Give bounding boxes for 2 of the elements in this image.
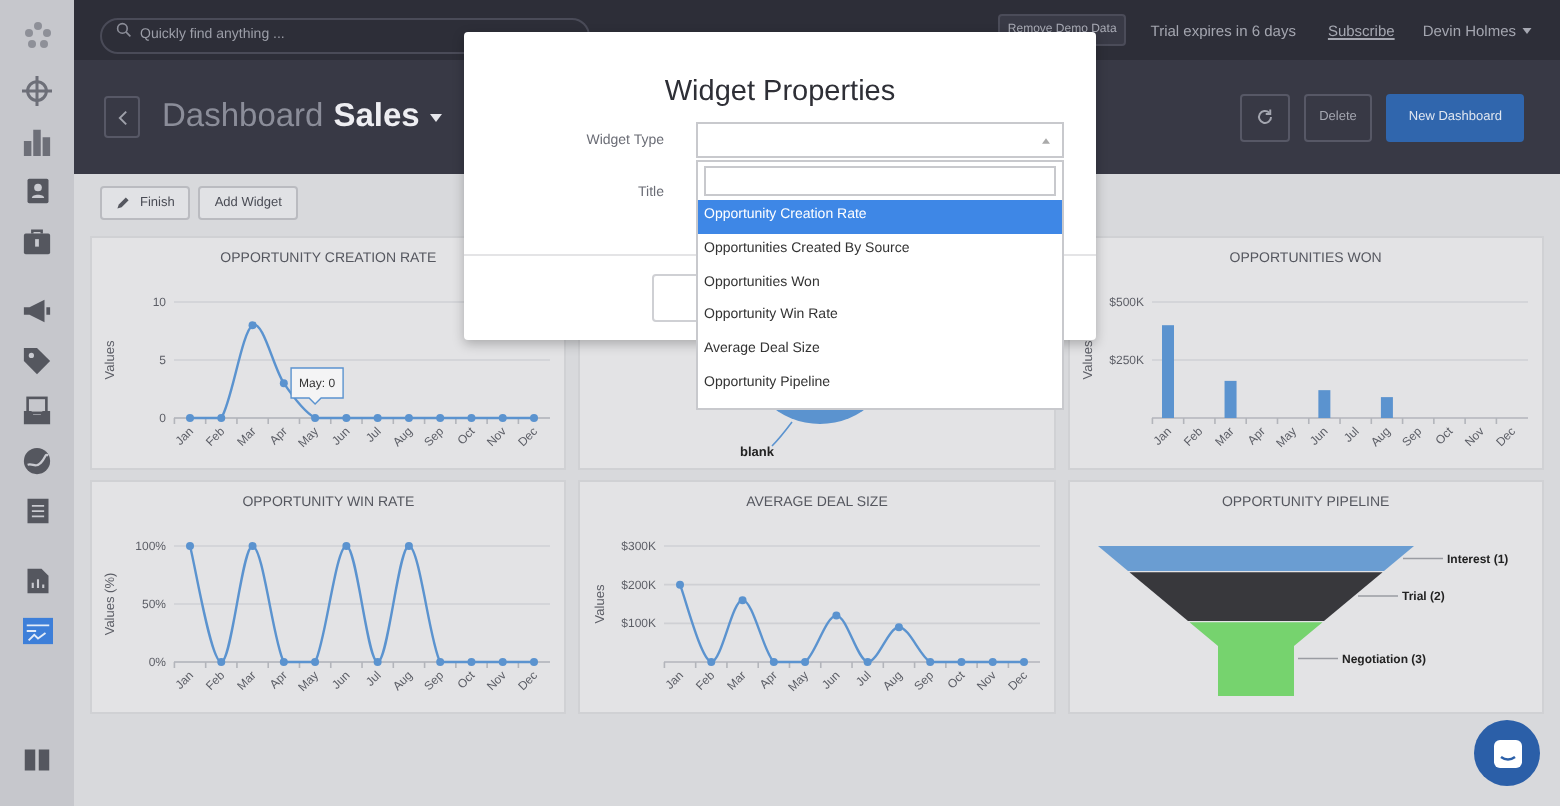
page-title: Dashboard [162,98,324,136]
dialog-title: Widget Properties [664,76,896,108]
